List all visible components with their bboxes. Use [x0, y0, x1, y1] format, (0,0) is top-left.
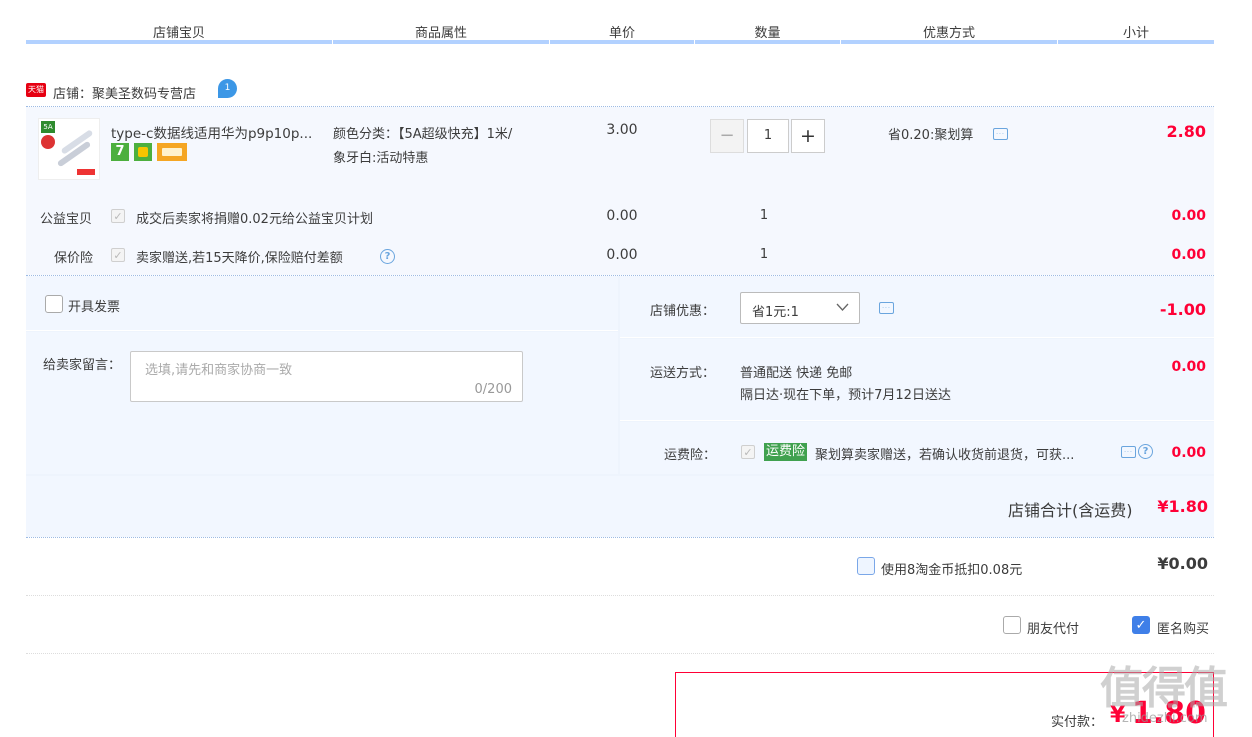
- freight-ins-chat-icon[interactable]: ···: [1121, 446, 1136, 458]
- product-unit-price: 3.00: [606, 122, 638, 138]
- payment-label: 实付款：: [1051, 715, 1104, 730]
- shop-discount-amount: -1.00: [1159, 300, 1206, 319]
- friend-pay-label: 朋友代付: [1027, 622, 1080, 637]
- freight-ins-text: 聚划算卖家赠送，若确认收货前退货，可获...: [815, 448, 1075, 463]
- header-bar: [1058, 40, 1214, 44]
- anonymous-label: 匿名购买: [1157, 622, 1210, 637]
- thumbnail-5a-label: 5A: [41, 121, 55, 133]
- freight-ins-tag: 运费险: [764, 443, 808, 461]
- product-thumbnail[interactable]: 5A: [38, 118, 100, 180]
- message-label: 给卖家留言：: [43, 358, 122, 373]
- divider: [26, 653, 1214, 654]
- message-input[interactable]: 选填,请先和商家协商一致 0/200: [130, 351, 523, 402]
- qty-input[interactable]: 1: [747, 119, 789, 153]
- chevron-down-icon: [836, 303, 849, 311]
- watermark-logo: 值得值: [1100, 663, 1228, 714]
- charity-subtotal: 0.00: [1171, 208, 1206, 224]
- promo-tag-icon: [77, 169, 95, 175]
- coins-checkbox[interactable]: [857, 557, 875, 575]
- thumbnail-badge-icon: [41, 135, 55, 149]
- shipping-label: 运送方式：: [650, 366, 716, 381]
- insurance-subtotal: 0.00: [1171, 247, 1206, 263]
- insurance-label: 保价险: [54, 251, 94, 266]
- shipping-amount: 0.00: [1171, 359, 1206, 375]
- charity-checkbox: ✓: [111, 209, 125, 223]
- friend-pay-checkbox[interactable]: [1003, 616, 1021, 634]
- charity-label: 公益宝贝: [40, 212, 93, 227]
- wangwang-chat-icon[interactable]: 1: [218, 79, 237, 98]
- anonymous-checkbox[interactable]: ✓: [1132, 616, 1150, 634]
- message-counter: 0/200: [474, 382, 512, 397]
- header-discount: 优惠方式: [922, 26, 975, 41]
- header-bar: [695, 40, 840, 44]
- product-attr-line2: 象牙白:活动特惠: [333, 151, 429, 166]
- invoice-checkbox[interactable]: [45, 295, 63, 313]
- insurance-checkbox: ✓: [111, 248, 125, 262]
- charity-text: 成交后卖家将捐赠0.02元给公益宝贝计划: [136, 212, 373, 227]
- header-bar: [333, 40, 549, 44]
- seven-day-return-icon: 7: [111, 143, 129, 161]
- product-subtotal: 2.80: [1166, 122, 1206, 141]
- message-placeholder: 选填,请先和商家协商一致: [145, 363, 293, 378]
- invoice-label: 开具发票: [68, 300, 121, 315]
- shipping-method: 普通配送 快递 免邮: [740, 366, 853, 381]
- shop-name-link[interactable]: 店铺：聚美圣数码专营店: [53, 83, 196, 102]
- freight-ins-help-icon[interactable]: ?: [1138, 444, 1153, 459]
- service-guarantee-icon: [134, 143, 152, 161]
- credit-card-icon: [157, 143, 187, 161]
- insurance-price: 0.00: [606, 247, 638, 263]
- product-attr-line1: 颜色分类：【5A超级快充】1米/: [333, 127, 513, 142]
- shop-total-label: 店铺合计(含运费): [1008, 501, 1133, 520]
- freight-ins-checkbox: ✓: [741, 445, 755, 459]
- shop-total-amount: ¥1.80: [1157, 497, 1208, 516]
- coins-amount: ¥0.00: [1157, 554, 1208, 573]
- header-unit-price: 单价: [608, 26, 635, 41]
- qty-minus-button[interactable]: −: [710, 119, 744, 153]
- shop-discount-selected: 省1元:1: [752, 305, 799, 320]
- divider: [26, 537, 1214, 538]
- freight-ins-amount: 0.00: [1171, 445, 1206, 461]
- qty-plus-button[interactable]: +: [791, 119, 825, 153]
- discount-chat-icon[interactable]: ···: [993, 128, 1008, 140]
- freight-ins-label: 运费险：: [664, 448, 717, 463]
- insurance-help-icon[interactable]: ?: [380, 249, 395, 264]
- divider: [26, 595, 1214, 596]
- insurance-qty: 1: [759, 247, 769, 262]
- header-quantity: 数量: [754, 26, 781, 41]
- product-title-link[interactable]: type-c数据线适用华为p9p10p...: [111, 122, 326, 142]
- charity-price: 0.00: [606, 208, 638, 224]
- header-bar: [26, 40, 332, 44]
- tmall-badge: 天猫: [26, 83, 46, 97]
- shipping-eta: 隔日达·现在下单，预计7月12日送达: [740, 388, 951, 403]
- watermark-url: zhidezhi.com: [1122, 711, 1208, 726]
- header-subtotal: 小计: [1122, 26, 1149, 41]
- header-attrs: 商品属性: [414, 26, 467, 41]
- shop-discount-chat-icon[interactable]: ···: [879, 302, 894, 314]
- header-bar: [841, 40, 1057, 44]
- shop-discount-select[interactable]: 省1元:1: [740, 292, 860, 324]
- product-discount: 省0.20:聚划算: [888, 128, 974, 143]
- shop-discount-label: 店铺优惠：: [650, 304, 716, 319]
- header-bar: [550, 40, 694, 44]
- coins-label: 使用8淘金币抵扣0.08元: [881, 563, 1023, 578]
- header-store-item: 店铺宝贝: [152, 26, 205, 41]
- charity-qty: 1: [759, 208, 769, 223]
- insurance-text: 卖家赠送,若15天降价,保险赔付差额: [136, 251, 343, 266]
